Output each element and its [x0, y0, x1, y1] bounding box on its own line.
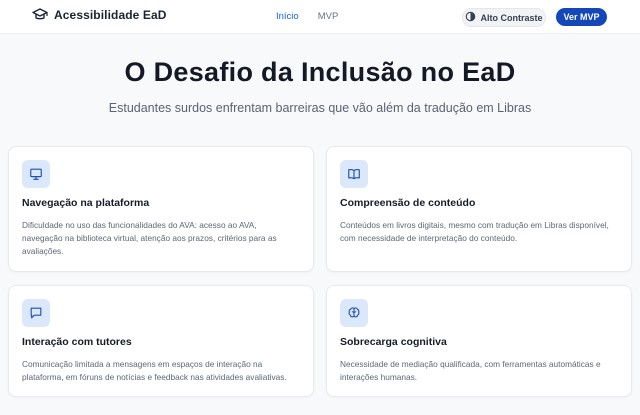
card-title: Compreensão de conteúdo — [340, 197, 476, 209]
main-nav: Início MVP — [276, 11, 338, 22]
challenge-card-navigation: Navegação na plataforma Dificuldade no u… — [8, 146, 314, 272]
challenge-card-cognitive-load: Sobrecarga cognitiva Necessidade de medi… — [326, 285, 632, 397]
high-contrast-label: Alto Contraste — [480, 12, 543, 23]
card-description: Conteúdos em livros digitais, mesmo com … — [340, 220, 609, 244]
page-subtitle: Estudantes surdos enfrentam barreiras qu… — [108, 101, 532, 115]
view-mvp-button[interactable]: Ver MVP — [556, 8, 607, 26]
monitor-icon — [22, 160, 50, 188]
high-contrast-toggle[interactable]: Alto Contraste — [462, 8, 546, 27]
card-description: Necessidade de mediação qualificada, com… — [340, 359, 601, 383]
contrast-icon — [465, 11, 476, 24]
card-title: Navegação na plataforma — [22, 197, 150, 209]
card-title: Interação com tutores — [22, 336, 132, 348]
nav-link-mvp[interactable]: MVP — [318, 11, 339, 22]
message-icon — [22, 299, 50, 327]
challenge-card-tutor-interaction: Interação com tutores Comunicação limita… — [8, 285, 314, 397]
card-description: Dificuldade no uso das funcionalidades d… — [22, 220, 277, 257]
book-icon — [340, 160, 368, 188]
challenge-card-comprehension: Compreensão de conteúdo Conteúdos em liv… — [326, 146, 632, 272]
brand-logo[interactable]: Acessibilidade EaD — [32, 8, 167, 22]
page-title: O Desafio da Inclusão no EaD — [124, 57, 516, 87]
card-title: Sobrecarga cognitiva — [340, 336, 447, 348]
top-navbar: Acessibilidade EaD Início MVP Alto Contr… — [0, 0, 640, 34]
card-description: Comunicação limitada a mensagens em espa… — [22, 359, 287, 383]
brain-icon — [340, 299, 368, 327]
brand-name: Acessibilidade EaD — [54, 8, 167, 22]
graduation-cap-icon — [32, 8, 48, 22]
nav-link-inicio[interactable]: Início — [276, 11, 299, 22]
